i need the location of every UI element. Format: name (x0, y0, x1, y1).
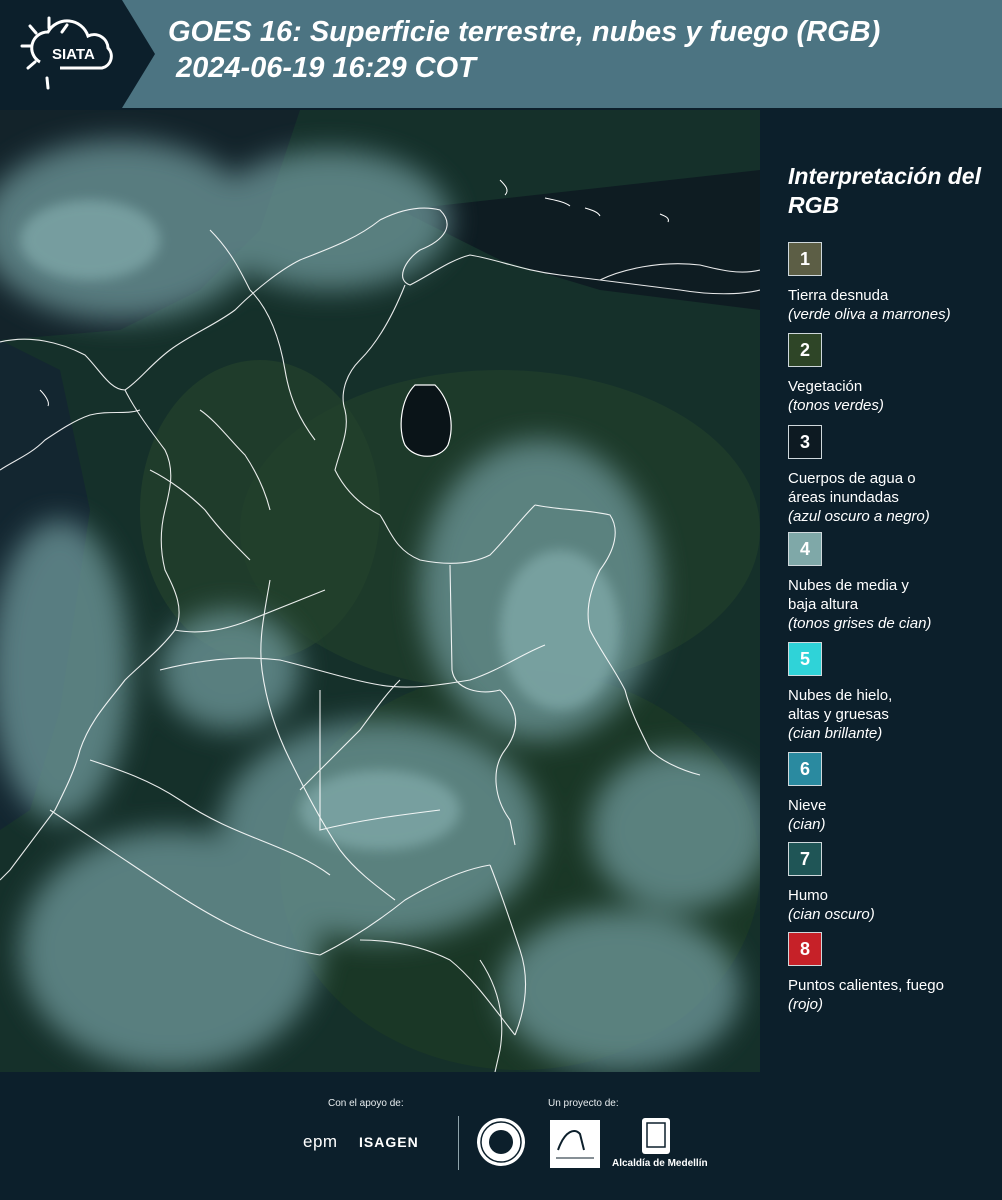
support-label: Con el apoyo de: (328, 1098, 404, 1109)
legend-label: Nieve (788, 797, 827, 814)
legend-item: 7 Humo (cian oscuro) (788, 842, 998, 924)
legend-swatch: 3 (788, 425, 822, 459)
legend-description: (rojo) (788, 996, 824, 1013)
legend-item: 3 Cuerpos de agua o áreas inundadas (azul … (788, 425, 998, 526)
legend-swatch: 8 (788, 932, 822, 966)
page-title: GOES 16: Superficie terrestre, nubes y f… (168, 14, 998, 86)
map-divider (760, 110, 776, 1072)
legend-description: (cian) (788, 816, 826, 833)
epm-logo: epm (303, 1132, 338, 1151)
legend-description: (cian brillante) (788, 725, 883, 742)
legend-label: Nubes de hielo, altas y gruesas (788, 687, 893, 723)
legend-swatch: 1 (788, 242, 822, 276)
alcaldia-label: Alcaldía de Medellín (612, 1158, 708, 1169)
legend-item: 5 Nubes de hielo, altas y gruesas (cian br… (788, 642, 998, 743)
title-line-1: GOES 16: Superficie terrestre, nubes y f… (168, 16, 881, 48)
legend-swatch: 2 (788, 333, 822, 367)
footer: Con el apoyo de: Un proyecto de: epm ISA… (0, 1072, 1002, 1200)
legend-item: 8 Puntos calientes, fuego (rojo) (788, 932, 998, 1014)
legend-description: (tonos grises de cian) (788, 615, 932, 632)
legend-description: (cian oscuro) (788, 906, 875, 923)
isagen-logo: ISAGEN (359, 1134, 419, 1150)
legend-item: 4 Nubes de media y baja altura (tonos gris… (788, 532, 998, 633)
medellin-seal-logo (477, 1118, 525, 1166)
legend-item: 6 Nieve (cian) (788, 752, 998, 834)
siata-logo: SIATA (0, 0, 155, 108)
legend-swatch: 6 (788, 752, 822, 786)
legend-title: Interpretación del RGB (788, 163, 981, 218)
legend-description: (verde oliva a marrones) (788, 306, 951, 323)
alcaldia-shield-logo (642, 1118, 670, 1154)
legend: Interpretación del RGB (788, 162, 998, 236)
satellite-map (0, 110, 760, 1072)
legend-label: Tierra desnuda (788, 287, 889, 304)
legend-label: Vegetación (788, 378, 863, 395)
legend-label: Cuerpos de agua o áreas inundadas (788, 470, 916, 506)
legend-description: (azul oscuro a negro) (788, 508, 930, 525)
title-line-2: 2024-06-19 16:29 COT (176, 52, 476, 84)
legend-item: 1 Tierra desnuda (verde oliva a marrones) (788, 242, 998, 324)
legend-item: 2 Vegetación (tonos verdes) (788, 333, 998, 415)
header-bar: SIATA GOES 16: Superficie terrestre, nub… (0, 0, 1002, 108)
legend-description: (tonos verdes) (788, 397, 884, 414)
legend-label: Puntos calientes, fuego (788, 977, 944, 994)
legend-swatch: 5 (788, 642, 822, 676)
footer-divider (458, 1116, 459, 1170)
legend-swatch: 4 (788, 532, 822, 566)
siata-logo-text: SIATA (52, 46, 95, 63)
legend-label: Nubes de media y baja altura (788, 577, 909, 613)
legend-label: Humo (788, 887, 829, 904)
legend-swatch: 7 (788, 842, 822, 876)
area-metropolitana-logo (550, 1120, 600, 1168)
project-label: Un proyecto de: (548, 1098, 619, 1109)
